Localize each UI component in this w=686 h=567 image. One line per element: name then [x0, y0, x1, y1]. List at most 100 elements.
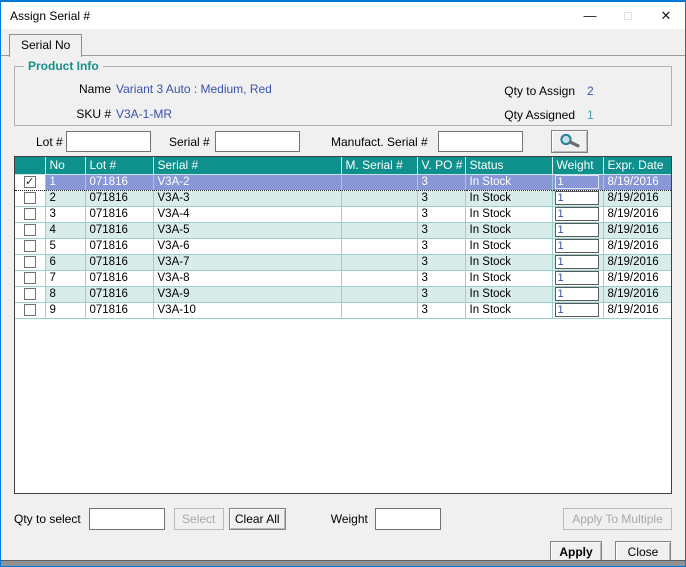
cell-status: In Stock [465, 286, 552, 302]
cell-status: In Stock [465, 270, 552, 286]
cell-m-serial [341, 222, 417, 238]
serial-filter-input[interactable] [215, 131, 300, 152]
row-weight-input[interactable]: 1 [555, 287, 599, 301]
search-button[interactable] [551, 130, 588, 153]
cell-serial: V3A-9 [153, 286, 341, 302]
cell-m-serial [341, 302, 417, 318]
cell-checkbox [15, 222, 45, 238]
table-row[interactable]: 9071816V3A-103In Stock18/19/2016 [15, 302, 671, 318]
qty-to-assign-label: Qty to Assign [453, 84, 575, 98]
row-checkbox-checked[interactable]: ✓ [24, 176, 36, 188]
cell-lot: 071816 [85, 206, 153, 222]
col-header-serial[interactable]: Serial # [153, 157, 341, 174]
cell-lot: 071816 [85, 270, 153, 286]
apply-to-multiple-button[interactable]: Apply To Multiple [563, 508, 672, 530]
row-checkbox[interactable] [24, 208, 36, 220]
qty-assigned-value: 1 [587, 108, 594, 122]
col-header-expr-date[interactable]: Expr. Date [603, 157, 671, 174]
row-weight-input[interactable]: 1 [555, 255, 599, 269]
row-checkbox[interactable] [24, 288, 36, 300]
cell-status: In Stock [465, 302, 552, 318]
row-weight-input[interactable]: 1 [555, 207, 599, 221]
cell-expr-date: 8/19/2016 [603, 222, 671, 238]
cell-serial: V3A-10 [153, 302, 341, 318]
cell-weight: 1 [552, 254, 603, 270]
tab-serial-no[interactable]: Serial No [9, 34, 82, 57]
table-row[interactable]: ✓1071816V3A-23In Stock18/19/2016 [15, 174, 671, 190]
cell-weight: 1 [552, 286, 603, 302]
minimize-icon[interactable]: — [571, 2, 609, 29]
cell-expr-date: 8/19/2016 [603, 270, 671, 286]
cell-checkbox [15, 238, 45, 254]
clear-all-button[interactable]: Clear All [229, 508, 286, 530]
assign-serial-dialog: Assign Serial # — □ ✕ Serial No Product … [0, 0, 686, 567]
table-row[interactable]: 3071816V3A-43In Stock18/19/2016 [15, 206, 671, 222]
row-checkbox[interactable] [24, 304, 36, 316]
row-checkbox[interactable] [24, 256, 36, 268]
weight-input[interactable] [375, 508, 441, 530]
col-header-weight[interactable]: Weight [552, 157, 603, 174]
cell-m-serial [341, 206, 417, 222]
cell-v-po: 3 [417, 190, 465, 206]
cell-v-po: 3 [417, 286, 465, 302]
qty-to-select-label: Qty to select [14, 512, 81, 526]
cell-lot: 071816 [85, 238, 153, 254]
cell-status: In Stock [465, 174, 552, 190]
qty-to-select-input[interactable] [89, 508, 165, 530]
cell-status: In Stock [465, 206, 552, 222]
table-row[interactable]: 2071816V3A-33In Stock18/19/2016 [15, 190, 671, 206]
cell-v-po: 3 [417, 270, 465, 286]
col-header-lot[interactable]: Lot # [85, 157, 153, 174]
name-label: Name [59, 82, 111, 96]
table-row[interactable]: 7071816V3A-83In Stock18/19/2016 [15, 270, 671, 286]
cell-m-serial [341, 174, 417, 190]
row-weight-input[interactable]: 1 [555, 175, 599, 189]
table-row[interactable]: 6071816V3A-73In Stock18/19/2016 [15, 254, 671, 270]
cell-expr-date: 8/19/2016 [603, 286, 671, 302]
cell-m-serial [341, 190, 417, 206]
cell-serial: V3A-7 [153, 254, 341, 270]
cell-status: In Stock [465, 238, 552, 254]
cell-serial: V3A-4 [153, 206, 341, 222]
row-weight-input[interactable]: 1 [555, 239, 599, 253]
row-checkbox[interactable] [24, 272, 36, 284]
row-checkbox[interactable] [24, 224, 36, 236]
cell-serial: V3A-2 [153, 174, 341, 190]
table-row[interactable]: 5071816V3A-63In Stock18/19/2016 [15, 238, 671, 254]
manufact-serial-filter-input[interactable] [438, 131, 523, 152]
row-checkbox[interactable] [24, 192, 36, 204]
select-button[interactable]: Select [174, 508, 224, 530]
cell-v-po: 3 [417, 206, 465, 222]
cell-lot: 071816 [85, 254, 153, 270]
table-row[interactable]: 4071816V3A-53In Stock18/19/2016 [15, 222, 671, 238]
row-checkbox[interactable] [24, 240, 36, 252]
col-header-v-po[interactable]: V. PO # [417, 157, 465, 174]
grid-header-row: NoLot #Serial #M. Serial #V. PO #StatusW… [15, 157, 671, 174]
cell-lot: 071816 [85, 174, 153, 190]
cell-weight: 1 [552, 270, 603, 286]
cell-v-po: 3 [417, 302, 465, 318]
row-weight-input[interactable]: 1 [555, 223, 599, 237]
cell-expr-date: 8/19/2016 [603, 302, 671, 318]
cell-m-serial [341, 270, 417, 286]
col-header-status[interactable]: Status [465, 157, 552, 174]
cell-expr-date: 8/19/2016 [603, 206, 671, 222]
close-icon[interactable]: ✕ [647, 2, 685, 29]
row-weight-input[interactable]: 1 [555, 303, 599, 317]
row-weight-input[interactable]: 1 [555, 271, 599, 285]
cell-serial: V3A-3 [153, 190, 341, 206]
col-header-m-serial[interactable]: M. Serial # [341, 157, 417, 174]
product-info-group: Product Info Name Variant 3 Auto : Mediu… [14, 66, 672, 126]
table-row[interactable]: 8071816V3A-93In Stock18/19/2016 [15, 286, 671, 302]
cell-no: 6 [45, 254, 85, 270]
cell-checkbox [15, 206, 45, 222]
maximize-icon: □ [609, 2, 647, 29]
col-header-no[interactable]: No [45, 157, 85, 174]
lot-filter-input[interactable] [66, 131, 151, 152]
lot-filter-label: Lot # [36, 135, 63, 149]
row-weight-input[interactable]: 1 [555, 191, 599, 205]
cell-expr-date: 8/19/2016 [603, 174, 671, 190]
cell-checkbox [15, 270, 45, 286]
col-header-checkbox[interactable] [15, 157, 45, 174]
cell-v-po: 3 [417, 222, 465, 238]
